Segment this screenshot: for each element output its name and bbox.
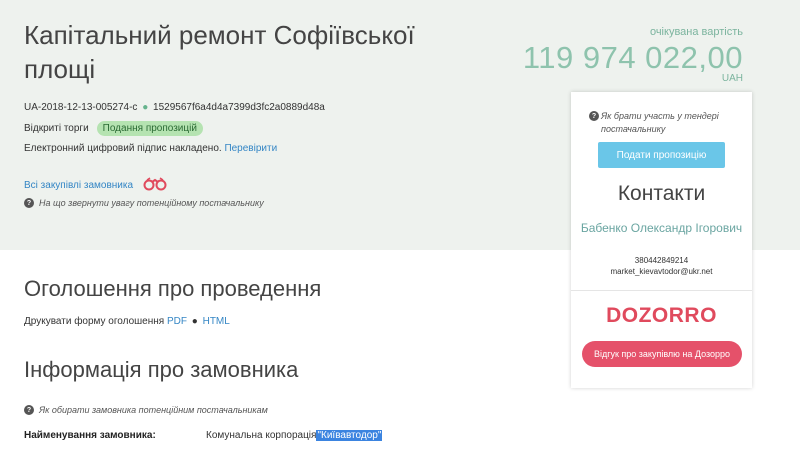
customer-heading: Інформація про замовника [24, 357, 299, 382]
all-purchases-link[interactable]: Всі закупівлі замовника [24, 180, 133, 191]
all-purchases-row: Всі закупівлі замовника [24, 177, 167, 194]
expected-cost-value: 119 974 022,00 [522, 40, 743, 75]
question-icon: ? [589, 111, 599, 121]
procedure-type: Відкриті торги [24, 123, 89, 134]
contact-name: Бабенко Олександр Ігорович [580, 221, 743, 235]
procedure-status-row: Відкриті торги Подання пропозицій [24, 121, 203, 136]
dozorro-logo: DOZORRO [606, 304, 717, 327]
print-form-row: Друкувати форму оголошення PDF ● HTML [24, 316, 230, 327]
customer-name-label: Найменування замовника: [24, 430, 156, 441]
dozorro-review-button[interactable]: Відгук про закупівлю на Дозорро [582, 341, 742, 367]
participation-panel: ? Як брати участь у тендері постачальник… [571, 92, 752, 388]
customer-name-highlight: "Київавтодор" [316, 430, 383, 441]
signature-row: Електронний цифровий підпис накладено. П… [24, 143, 277, 154]
print-pdf-link[interactable]: PDF [167, 316, 187, 327]
question-icon: ? [24, 198, 34, 208]
tender-hash: 1529567f6a4d4a7399d3fc2a0889d48a [153, 102, 325, 113]
contact-email: market_kievavtodor@ukr.net [610, 267, 713, 276]
status-badge: Подання пропозицій [96, 121, 203, 136]
participation-tip-link[interactable]: ? Як брати участь у тендері постачальник… [589, 110, 741, 136]
id-separator: ● [142, 102, 149, 113]
announcement-heading: Оголошення про проведення [24, 276, 322, 301]
signature-text: Електронний цифровий підпис накладено. [24, 143, 222, 154]
currency-label: UAH [721, 73, 743, 84]
print-separator: ● [191, 316, 198, 327]
supplier-tip-text: На що звернути увагу потенційному постач… [39, 198, 264, 208]
panel-divider [571, 290, 752, 291]
supplier-tip-link[interactable]: ? На що звернути увагу потенційному пост… [24, 198, 264, 208]
participation-tip-text: Як брати участь у тендері постачальнику [601, 111, 719, 134]
submit-proposal-button[interactable]: Подати пропозицію [598, 142, 725, 168]
expected-cost-label: очікувана вартість [649, 26, 743, 38]
customer-tip-link[interactable]: ? Як обирати замовника потенційним поста… [24, 405, 268, 415]
customer-name-row: Найменування замовника: Комунальна корпо… [24, 430, 383, 441]
print-html-link[interactable]: HTML [203, 316, 230, 327]
customer-name-value: Комунальна корпорація"Київавтодор" [206, 430, 383, 441]
binoculars-icon[interactable] [143, 177, 167, 194]
contact-phone: 380442849214 [634, 256, 689, 265]
page-title: Капітальний ремонт Софіївської площі [24, 20, 415, 84]
tender-id: UA-2018-12-13-005274-c [24, 102, 138, 113]
print-form-text: Друкувати форму оголошення [24, 316, 165, 327]
customer-name-prefix: Комунальна корпорація [206, 430, 317, 441]
contacts-title: Контакти [617, 182, 706, 205]
verify-signature-link[interactable]: Перевірити [224, 143, 277, 154]
tender-id-row: UA-2018-12-13-005274-c ● 1529567f6a4d4a7… [24, 102, 325, 113]
question-icon: ? [24, 405, 34, 415]
customer-tip-text: Як обирати замовника потенційним постача… [39, 405, 268, 415]
